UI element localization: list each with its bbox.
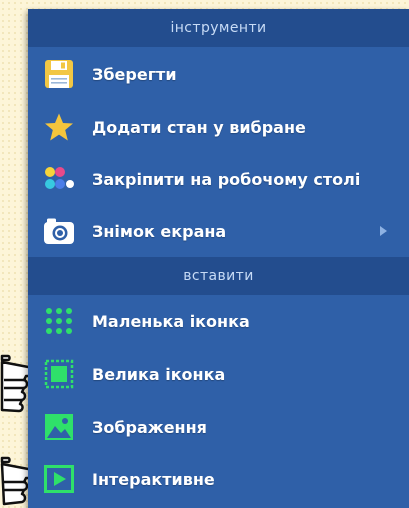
menu-item-label: Зображення [92,417,207,437]
menu-item-big-icon[interactable]: Велика іконка [28,347,409,401]
menu-item-label: Додати стан у вибране [92,117,306,137]
floppy-disk-icon [42,57,76,91]
menu-item-pin-desktop[interactable]: Закріпити на робочому столі [28,153,409,205]
big-icon-frame-icon [42,357,76,391]
menu-item-label: Інтерактивне [92,469,215,489]
menu-item-label: Маленька іконка [92,311,250,331]
menu-item-label: Знімок екрана [92,221,227,241]
color-dots-icon [42,162,76,196]
menu-item-small-icon[interactable]: Маленька іконка [28,295,409,347]
menu-item-screenshot[interactable]: Знімок екрана [28,205,409,257]
section-header-insert: вставити [28,257,409,295]
camera-icon [42,214,76,248]
menu-item-label: Зберегти [92,64,177,84]
menu-item-add-favorite[interactable]: Додати стан у вибране [28,101,409,153]
context-menu: інструменти Зберегти Додати стан у вибра… [28,9,409,508]
play-icon [42,462,76,496]
star-icon [42,110,76,144]
image-icon [42,410,76,444]
menu-item-label: Велика іконка [92,364,226,384]
dot-grid-icon [42,304,76,338]
menu-item-interactive[interactable]: Інтерактивне [28,453,409,505]
menu-item-save[interactable]: Зберегти [28,47,409,101]
menu-item-label: Закріпити на робочому столі [92,169,361,189]
section-header-tools: інструменти [28,9,409,47]
menu-item-image[interactable]: Зображення [28,401,409,453]
submenu-arrow-icon [380,226,387,236]
